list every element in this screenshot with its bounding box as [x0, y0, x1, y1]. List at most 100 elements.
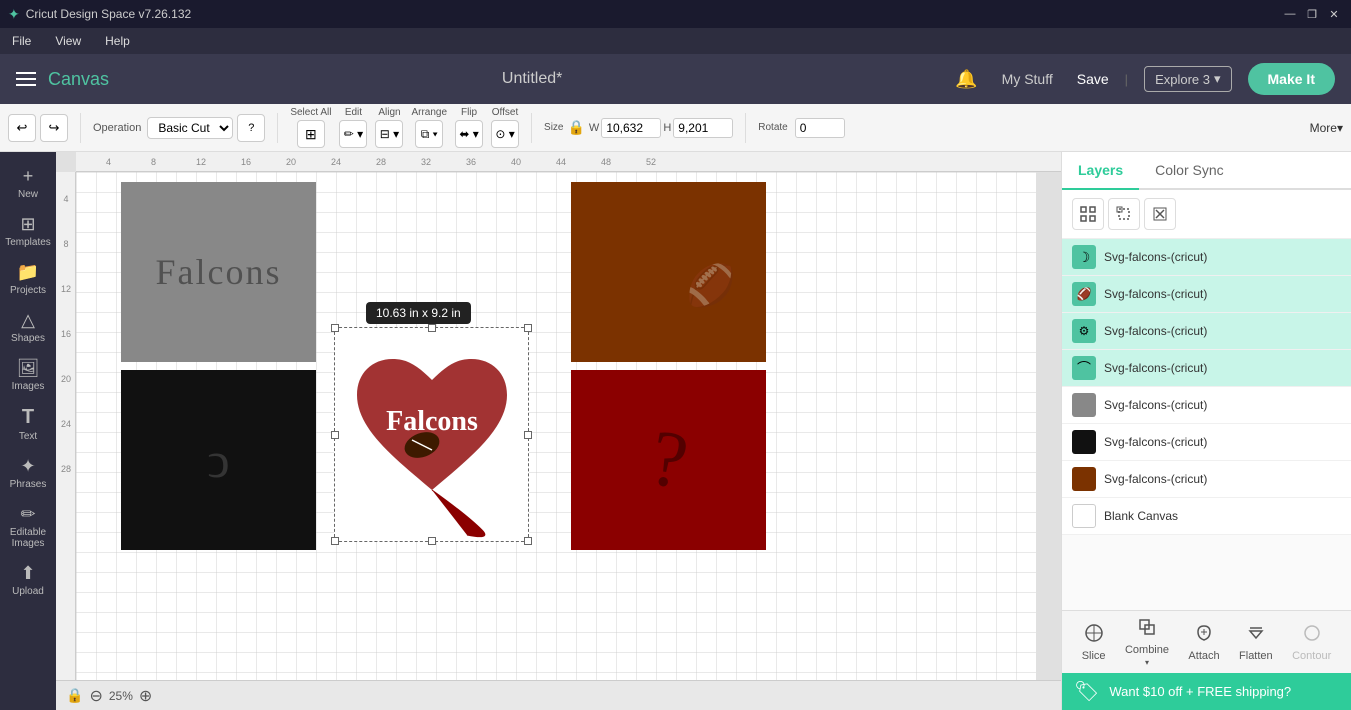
arrange-button[interactable]: ⧉ ▾ [415, 120, 443, 148]
canvas-wrapper[interactable]: Falcons ↄ 🏈 ? [76, 172, 1061, 680]
select-all-label: Select All [290, 107, 331, 118]
resize-handle-bl[interactable] [331, 537, 339, 545]
sidebar-item-new[interactable]: + New [4, 160, 52, 206]
main-content: + New ⊞ Templates 📁 Projects △ Shapes 🖼 … [0, 152, 1351, 710]
svg-text:20: 20 [286, 157, 296, 167]
operation-help-button[interactable]: ? [237, 114, 265, 142]
redo-button[interactable]: ↪ [40, 114, 68, 142]
my-stuff-button[interactable]: My Stuff [994, 67, 1061, 91]
header-left: Canvas [16, 69, 109, 90]
flip-group: Flip ⬌ ▾ [455, 107, 483, 148]
width-input[interactable] [601, 118, 661, 138]
edit-button[interactable]: ✏ ▾ [339, 120, 367, 148]
layer-item[interactable]: ⚙ Svg-falcons-(cricut) [1062, 313, 1351, 350]
resize-handle-b[interactable] [428, 537, 436, 545]
sidebar-item-text[interactable]: T Text [4, 400, 52, 448]
hamburger-menu[interactable] [16, 72, 36, 86]
layer-thumbnail: ☽ [1072, 245, 1096, 269]
align-label: Align [378, 107, 400, 118]
layer-item[interactable]: Svg-falcons-(cricut) [1062, 387, 1351, 424]
arrange-group: Arrange ⧉ ▾ [411, 107, 447, 148]
menu-view[interactable]: View [51, 32, 85, 50]
sidebar-label-new: New [18, 189, 38, 200]
sidebar-label-images: Images [12, 381, 45, 392]
layer-item[interactable]: Svg-falcons-(cricut) [1062, 424, 1351, 461]
slice-button[interactable]: Slice [1082, 623, 1106, 662]
canvas-area[interactable]: 4 8 12 16 20 24 28 32 36 40 44 48 52 4 8… [56, 152, 1061, 710]
layer-thumbnail: 🏈 [1072, 282, 1096, 306]
contour-button[interactable]: Contour [1292, 623, 1331, 662]
operation-select[interactable]: Basic Cut [147, 117, 233, 139]
flatten-icon [1246, 623, 1266, 648]
select-all-group: Select All ⊞ [290, 107, 331, 148]
sidebar-item-projects[interactable]: 📁 Projects [4, 256, 52, 302]
svg-text:36: 36 [466, 157, 476, 167]
sidebar-item-phrases[interactable]: ✦ Phrases [4, 450, 52, 496]
app-logo: ✦ [8, 6, 20, 23]
svg-text:52: 52 [646, 157, 656, 167]
layer-item-blank-canvas[interactable]: Blank Canvas [1062, 498, 1351, 535]
resize-handle-tr[interactable] [524, 324, 532, 332]
layer-item[interactable]: ⌒ Svg-falcons-(cricut) [1062, 350, 1351, 387]
menu-help[interactable]: Help [101, 32, 134, 50]
upload-icon: ⬆ [20, 563, 35, 584]
minimize-button[interactable]: — [1281, 5, 1299, 23]
layer-name: Svg-falcons-(cricut) [1104, 398, 1207, 412]
height-input[interactable] [673, 118, 733, 138]
sidebar-item-editable-images[interactable]: ✏ Editable Images [4, 498, 52, 555]
toolbar: ↩ ↪ Operation Basic Cut ? Select All ⊞ E… [0, 104, 1351, 152]
explore-button[interactable]: Explore 3 ▾ [1144, 66, 1231, 92]
align-button[interactable]: ⊟ ▾ [375, 120, 403, 148]
resize-handle-t[interactable] [428, 324, 436, 332]
attach-icon [1194, 623, 1214, 648]
make-it-button[interactable]: Make It [1248, 63, 1335, 95]
group-button[interactable] [1072, 198, 1104, 230]
resize-handle-r[interactable] [524, 431, 532, 439]
toolbar-divider-3 [531, 113, 532, 143]
text-icon: T [22, 406, 34, 429]
resize-handle-l[interactable] [331, 431, 339, 439]
layer-item[interactable]: Svg-falcons-(cricut) [1062, 461, 1351, 498]
zoom-plus-button[interactable]: ⊕ [139, 686, 152, 706]
promo-bar[interactable]: 🏷 Want $10 off + FREE shipping? [1062, 673, 1351, 710]
canvas-selected-element[interactable]: Falcons [334, 327, 529, 542]
title-left: ✦ Cricut Design Space v7.26.132 [8, 6, 191, 23]
offset-button[interactable]: ⊙ ▾ [491, 120, 519, 148]
tab-color-sync[interactable]: Color Sync [1139, 152, 1239, 190]
resize-handle-br[interactable] [524, 537, 532, 545]
layer-item[interactable]: 🏈 Svg-falcons-(cricut) [1062, 276, 1351, 313]
rotate-input[interactable] [795, 118, 845, 138]
delete-button[interactable] [1144, 198, 1176, 230]
notification-icon[interactable]: 🔔 [955, 69, 977, 90]
left-sidebar: + New ⊞ Templates 📁 Projects △ Shapes 🖼 … [0, 152, 56, 710]
select-all-button[interactable]: ⊞ [297, 120, 325, 148]
combine-button[interactable]: Combine ▾ [1125, 617, 1169, 667]
resize-handle-tl[interactable] [331, 324, 339, 332]
sidebar-item-templates[interactable]: ⊞ Templates [4, 208, 52, 254]
flip-button[interactable]: ⬌ ▾ [455, 120, 483, 148]
size-label: Size [544, 122, 563, 133]
zoom-minus-button[interactable]: ⊖ [89, 686, 102, 706]
layer-item[interactable]: ☽ Svg-falcons-(cricut) [1062, 239, 1351, 276]
ungroup-button[interactable] [1108, 198, 1140, 230]
zoom-value: 25% [109, 689, 133, 703]
arrange-label: Arrange [411, 107, 447, 118]
sidebar-item-upload[interactable]: ⬆ Upload [4, 557, 52, 603]
attach-button[interactable]: Attach [1188, 623, 1219, 662]
save-button[interactable]: Save [1077, 71, 1109, 87]
tab-layers[interactable]: Layers [1062, 152, 1139, 190]
images-icon: 🖼 [17, 358, 40, 379]
svg-text:44: 44 [556, 157, 566, 167]
sidebar-item-images[interactable]: 🖼 Images [4, 352, 52, 398]
close-button[interactable]: ✕ [1325, 5, 1343, 23]
svg-text:16: 16 [61, 329, 71, 339]
flatten-button[interactable]: Flatten [1239, 623, 1273, 662]
maximize-button[interactable]: ❐ [1303, 5, 1321, 23]
sidebar-item-shapes[interactable]: △ Shapes [4, 304, 52, 350]
layer-thumbnail [1072, 430, 1096, 454]
zoom-lock-icon[interactable]: 🔒 [66, 687, 83, 704]
header: Canvas Untitled* 🔔 My Stuff Save | Explo… [0, 54, 1351, 104]
more-button[interactable]: More▾ [1310, 121, 1343, 135]
undo-button[interactable]: ↩ [8, 114, 36, 142]
menu-file[interactable]: File [8, 32, 35, 50]
